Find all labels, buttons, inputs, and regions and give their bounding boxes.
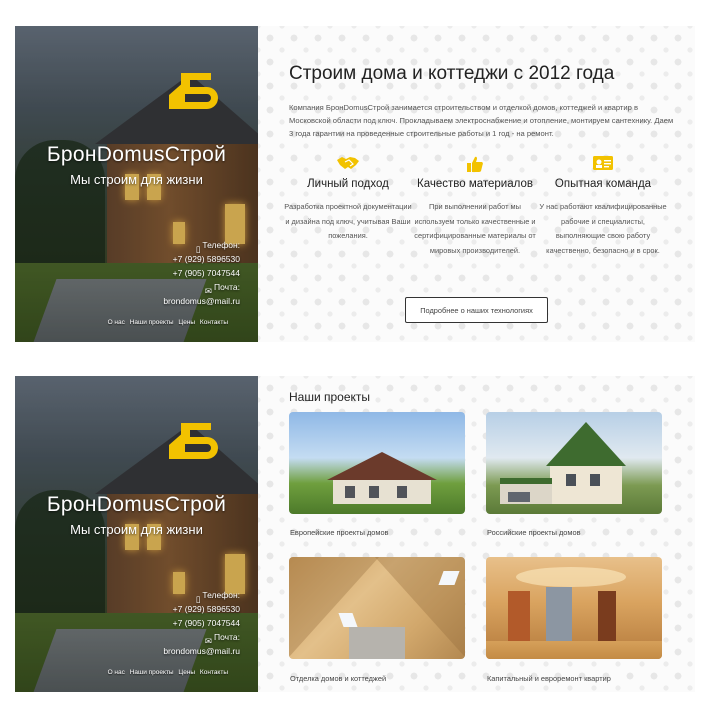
phone-2[interactable]: +7 (905) 7047544 bbox=[163, 616, 240, 630]
nav-contacts[interactable]: Контакты bbox=[200, 669, 228, 676]
brand-logo-icon bbox=[169, 73, 218, 109]
nav-projects[interactable]: Наши проекты bbox=[130, 669, 174, 676]
hero-panel: БронDomusСтрой Мы строим для жизни ▯ Теле… bbox=[15, 26, 258, 342]
about-title: Строим дома и коттеджи с 2012 года bbox=[289, 63, 615, 84]
mail-label: Почта: bbox=[214, 632, 240, 642]
project-european-image[interactable] bbox=[289, 412, 465, 514]
phone-1[interactable]: +7 (929) 5896530 bbox=[163, 602, 240, 616]
nav-prices[interactable]: Цены bbox=[178, 669, 195, 676]
thumbs-up-icon bbox=[467, 156, 483, 172]
hero-nav: О нас Наши проекты Цены Контакты bbox=[105, 669, 228, 676]
hero-nav: О нас Наши проекты Цены Контакты bbox=[105, 319, 228, 326]
brand-logo-icon bbox=[169, 423, 218, 459]
project-renovation-image[interactable] bbox=[486, 557, 662, 659]
phone-label: Телефон: bbox=[202, 240, 240, 250]
feature-title: Опытная команда bbox=[554, 178, 652, 190]
nav-projects[interactable]: Наши проекты bbox=[130, 319, 174, 326]
phone-icon: ▯ bbox=[195, 593, 201, 604]
nav-contacts[interactable]: Контакты bbox=[200, 319, 228, 326]
feature-desc: Разработка проектной документации и диза… bbox=[284, 202, 412, 240]
project-finishing-image[interactable] bbox=[289, 557, 465, 659]
contacts-block: ▯ Телефон: +7 (929) 5896530 +7 (905) 7047… bbox=[163, 588, 240, 658]
project-european-label[interactable]: Европейские проекты домов bbox=[290, 528, 388, 537]
nav-prices[interactable]: Цены bbox=[178, 319, 195, 326]
mail-icon: ✉ bbox=[204, 635, 213, 646]
tagline: Мы строим для жизни bbox=[70, 172, 203, 187]
nav-about[interactable]: О нас bbox=[108, 319, 125, 326]
phone-icon: ▯ bbox=[195, 243, 201, 254]
feature-desc: У нас работают квалифицированные рабочие… bbox=[539, 202, 667, 255]
more-technologies-button[interactable]: Подробнее о наших технологиях bbox=[405, 297, 548, 323]
brand-name: БронDomusСтрой bbox=[46, 143, 227, 166]
email-link[interactable]: brondomus@mail.ru bbox=[163, 644, 240, 658]
project-finishing-label[interactable]: Отделка домов и коттеджей bbox=[290, 674, 386, 683]
nav-about[interactable]: О нас bbox=[108, 669, 125, 676]
feature-team: Опытная команда У нас работают квалифици… bbox=[537, 155, 669, 258]
brand-name: БронDomusСтрой bbox=[46, 493, 227, 516]
phone-label: Телефон: bbox=[202, 590, 240, 600]
feature-title: Личный подход bbox=[307, 178, 389, 190]
feature-quality: Качество материалов При выполнении работ… bbox=[409, 155, 541, 258]
phone-2[interactable]: +7 (905) 7047544 bbox=[163, 266, 240, 280]
tagline: Мы строим для жизни bbox=[70, 522, 203, 537]
email-link[interactable]: brondomus@mail.ru bbox=[163, 294, 240, 308]
projects-title: Наши проекты bbox=[289, 390, 371, 404]
feature-title: Качество материалов bbox=[417, 178, 533, 190]
about-intro: Компания БронDomusСтрой занимается строи… bbox=[289, 103, 674, 138]
mail-icon: ✉ bbox=[204, 285, 213, 296]
project-russian-image[interactable] bbox=[486, 412, 662, 514]
phone-1[interactable]: +7 (929) 5896530 bbox=[163, 252, 240, 266]
feature-personal: Личный подход Разработка проектной докум… bbox=[282, 155, 414, 244]
mail-label: Почта: bbox=[214, 282, 240, 292]
project-russian-label[interactable]: Российские проекты домов bbox=[487, 528, 581, 537]
project-renovation-label[interactable]: Капитальный и евроремонт квартир bbox=[487, 674, 611, 683]
feature-desc: При выполнении работ мы используем тольк… bbox=[414, 202, 536, 255]
handshake-icon bbox=[337, 157, 359, 169]
contacts-block: ▯ Телефон: +7 (929) 5896530 +7 (905) 7047… bbox=[163, 238, 240, 308]
id-card-icon bbox=[593, 156, 613, 170]
hero-panel: БронDomusСтрой Мы строим для жизни ▯ Теле… bbox=[15, 376, 258, 692]
